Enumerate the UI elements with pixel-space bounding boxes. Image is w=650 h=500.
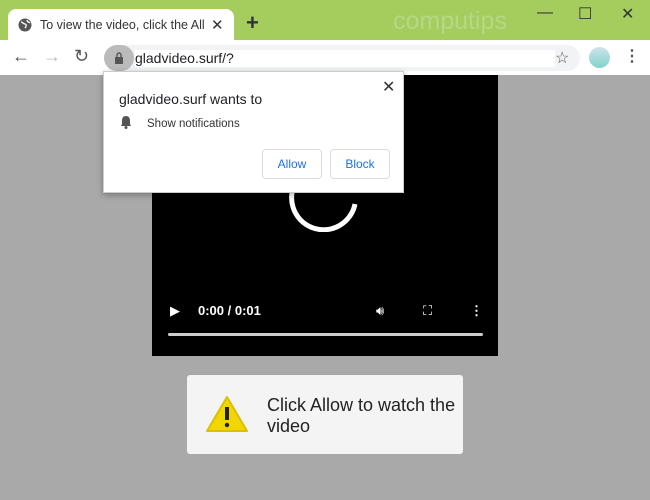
toolbar: ← → ↻ gladvideo.surf/? ☆ ⋮ <box>0 40 650 75</box>
permission-text: Show notifications <box>147 118 240 130</box>
new-tab-button[interactable]: + <box>246 10 259 36</box>
bell-icon <box>121 116 131 129</box>
browser-menu-icon[interactable]: ⋮ <box>624 46 640 66</box>
maximize-button[interactable]: ☐ <box>578 4 592 24</box>
url-text[interactable]: gladvideo.surf/? <box>135 50 555 67</box>
message-text: Click Allow to watch the video <box>267 395 456 436</box>
block-button[interactable]: Block <box>330 149 390 179</box>
profile-avatar[interactable] <box>589 47 610 68</box>
title-bar: To view the video, click the Allow ✕ + c… <box>0 0 650 40</box>
allow-message-box: Click Allow to watch the video <box>187 375 463 454</box>
close-tab-icon[interactable]: ✕ <box>211 16 224 34</box>
address-bar[interactable]: gladvideo.surf/? ☆ <box>104 45 580 71</box>
video-menu-icon[interactable]: ⋮ <box>470 303 483 319</box>
warning-icon <box>206 396 248 432</box>
volume-icon[interactable]: 🔊︎ <box>376 303 384 319</box>
globe-icon <box>18 18 32 31</box>
bookmark-star-icon[interactable]: ☆ <box>555 48 569 68</box>
close-window-button[interactable]: ✕ <box>621 4 634 24</box>
back-button[interactable]: ← <box>12 46 30 67</box>
popup-heading: gladvideo.surf wants to <box>119 91 263 107</box>
play-icon[interactable]: ▶ <box>170 303 180 319</box>
video-time: 0:00 / 0:01 <box>198 303 261 318</box>
reload-button[interactable]: ↻ <box>74 46 89 67</box>
browser-tab[interactable]: To view the video, click the Allow ✕ <box>8 9 234 40</box>
minimize-button[interactable]: — <box>537 4 553 22</box>
watermark: computips <box>393 7 507 35</box>
fullscreen-icon[interactable]: ⛶ <box>423 303 432 319</box>
close-popup-icon[interactable]: ✕ <box>382 77 395 97</box>
lock-icon[interactable] <box>104 45 134 71</box>
forward-button[interactable]: → <box>43 46 61 67</box>
video-progress-bar[interactable] <box>168 333 483 336</box>
notification-permission-popup: gladvideo.surf wants to ✕ Show notificat… <box>103 71 404 193</box>
allow-button[interactable]: Allow <box>262 149 322 179</box>
tab-title: To view the video, click the Allow <box>40 17 205 32</box>
